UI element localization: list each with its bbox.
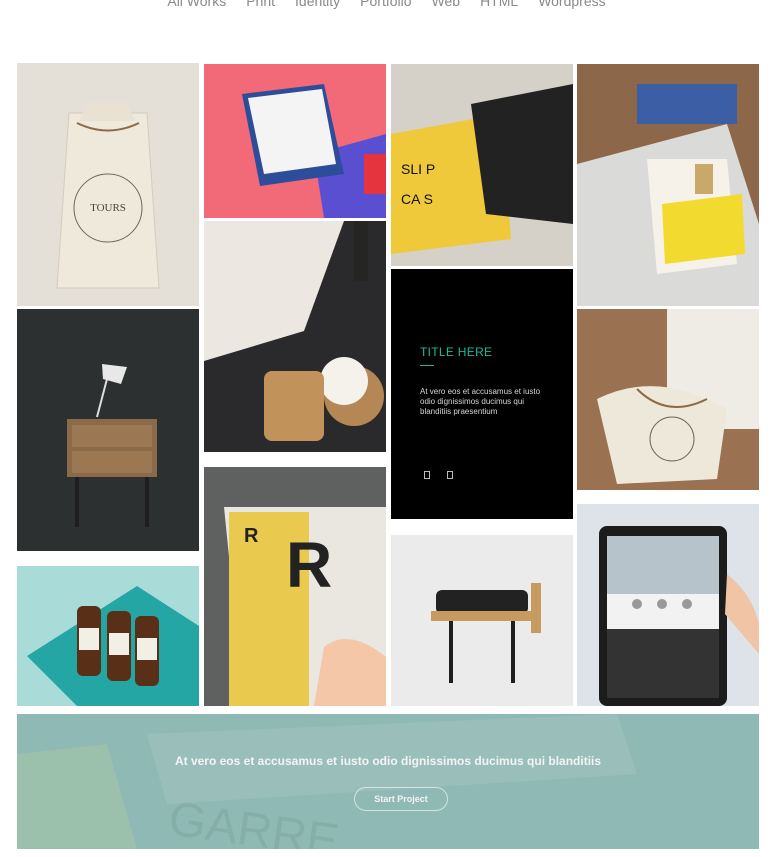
portfolio-item-tablet[interactable] <box>577 504 759 706</box>
portfolio-item-book-pink[interactable] <box>204 64 386 218</box>
portfolio-item-honey-board[interactable] <box>204 221 386 452</box>
portfolio-item-beer-box[interactable] <box>17 566 199 706</box>
filter-wordpress[interactable]: Wordpress <box>538 0 605 13</box>
portfolio-item-paper-bag[interactable]: TOURS <box>17 63 199 306</box>
zoom-icon[interactable] <box>424 471 430 479</box>
filter-identity[interactable]: Identity <box>295 0 340 13</box>
caption-text: At vero eos et accusamus et iusto odio d… <box>420 387 541 416</box>
portfolio-filter-nav: All Works Print Identity Portfolio Web H… <box>0 0 773 13</box>
caption-title: TITLE HERE <box>420 345 493 359</box>
portfolio-item-magazine[interactable]: R R <box>204 467 386 706</box>
filter-html[interactable]: HTML <box>480 0 518 13</box>
svg-text:SLI P: SLI P <box>401 161 435 177</box>
svg-text:R: R <box>286 529 332 601</box>
portfolio-item-slipcase[interactable]: SLI P CA S <box>391 64 573 266</box>
cta-banner: GARRE At vero eos et accusamus et iusto … <box>17 714 759 849</box>
portfolio-caption-card[interactable]: TITLE HERE At vero eos et accusamus et i… <box>391 269 573 519</box>
svg-text:R: R <box>244 525 259 547</box>
link-icon[interactable] <box>447 471 453 479</box>
cta-background-image: GARRE <box>17 714 759 849</box>
caption-divider <box>420 365 434 366</box>
svg-text:TOURS: TOURS <box>90 202 126 214</box>
filter-portfolio[interactable]: Portfolio <box>360 0 411 13</box>
start-project-button[interactable]: Start Project <box>354 787 448 811</box>
cta-text: At vero eos et accusamus et iusto odio d… <box>174 754 602 768</box>
filter-all-works[interactable]: All Works <box>167 0 226 13</box>
filter-web[interactable]: Web <box>432 0 461 13</box>
portfolio-item-nightstand[interactable] <box>17 309 199 551</box>
portfolio-item-garbeg-bag[interactable] <box>577 64 759 306</box>
svg-text:CA S: CA S <box>401 191 433 207</box>
portfolio-item-stool[interactable] <box>391 535 573 706</box>
filter-print[interactable]: Print <box>246 0 275 13</box>
portfolio-item-tours-package[interactable] <box>577 309 759 490</box>
